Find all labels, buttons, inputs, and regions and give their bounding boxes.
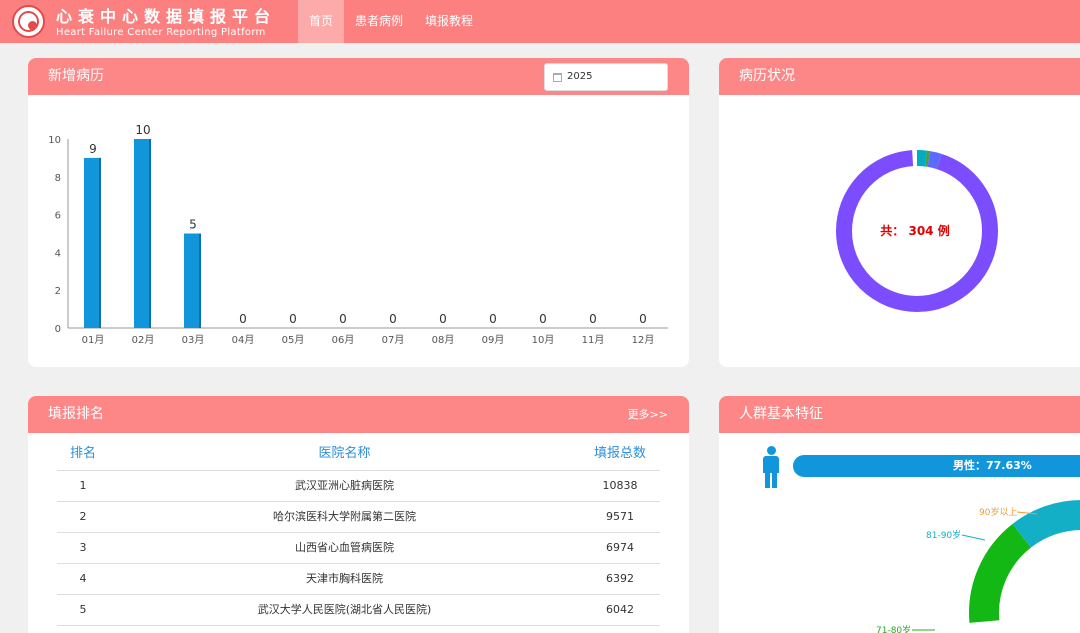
bar-01月[interactable] (84, 157, 101, 328)
new-cases-header: 新增病历 2025 (28, 58, 689, 95)
age-slice-71-80[interactable] (969, 523, 1032, 623)
y-tick-label: 6 (55, 211, 61, 222)
monthly-new-cases-chart: 0 2 4 6 8 10 9 01月 10 02月 5 03月 0 04月 0 05月 0 06月 0 07月 0 08月… (48, 123, 668, 346)
top-navigation-bar: 心衰中心数据填报平台 Heart Failure Center Reportin… (0, 0, 1080, 43)
x-tick-label: 02月 (132, 334, 155, 346)
bar-value-label: 0 (439, 312, 447, 326)
male-ratio-label: 男性：77.63% (953, 459, 1032, 472)
population-header: 人群基本特征 (719, 396, 1080, 433)
y-tick-label: 10 (48, 135, 61, 146)
platform-title: 心衰中心数据填报平台 (56, 7, 277, 26)
hospital-name-cell: 山西省心血管病医院 (295, 541, 394, 554)
case-status-title: 病历状况 (739, 68, 795, 84)
bar-value-label: 5 (189, 218, 197, 232)
table-row: 3 山西省心血管病医院 6974 (57, 533, 660, 564)
male-person-icon (762, 446, 780, 488)
rank-cell: 1 (79, 479, 87, 492)
total-cell: 6042 (606, 603, 634, 616)
rank-cell: 3 (79, 541, 87, 554)
nav-tutorial[interactable]: 填报教程 (414, 0, 484, 43)
col-total-header: 填报总数 (593, 446, 646, 461)
bar-value-label: 10 (135, 123, 150, 137)
x-tick-label: 10月 (532, 334, 555, 346)
hospital-name-cell: 武汉大学人民医院(湖北省人民医院) (257, 603, 432, 616)
table-row: 2 哈尔滨医科大学附属第二医院 9571 (57, 502, 660, 533)
x-tick-label: 07月 (382, 334, 405, 346)
bar-shade (149, 139, 151, 328)
x-tick-label: 01月 (82, 334, 105, 346)
table-row: 5 武汉大学人民医院(湖北省人民医院) 6042 (57, 595, 660, 626)
x-tick-label: 03月 (182, 334, 205, 346)
age-label: 71-80岁 (876, 624, 911, 633)
x-tick-label: 09月 (482, 334, 505, 346)
population-card: 人群基本特征 男性：77.63% 90岁以上 81-90岁 71-80岁 (719, 396, 1080, 633)
case-status-card: 病历状况 共： 304 例 (719, 58, 1080, 367)
bar-value-label: 0 (539, 312, 547, 326)
x-tick-label: 04月 (232, 334, 255, 346)
bar-value-label: 0 (639, 312, 647, 326)
hospital-name-cell: 天津市胸科医院 (306, 572, 383, 585)
rank-cell: 5 (79, 603, 87, 616)
bar-shade (199, 233, 201, 328)
main-nav: 首页 患者病例 填报教程 (298, 0, 484, 43)
ranking-table: 排名 医院名称 填报总数 1 武汉亚洲心脏病医院 10838 2 哈尔滨医科大学… (57, 442, 660, 626)
total-cell: 6392 (606, 572, 634, 585)
bar-value-label: 0 (339, 312, 347, 326)
age-label: 90岁以上 (979, 506, 1017, 518)
ranking-card: 填报排名 更多>> 排名 医院名称 填报总数 1 武汉亚洲心脏病医院 10838… (28, 396, 689, 633)
col-name-header: 医院名称 (318, 446, 371, 461)
platform-subtitle: Heart Failure Center Reporting Platform (56, 27, 266, 38)
bar-value-label: 0 (589, 312, 597, 326)
ranking-header: 填报排名 更多>> (28, 396, 689, 433)
year-value: 2025 (567, 71, 593, 82)
age-slice-81-90[interactable] (1012, 500, 1080, 548)
age-label: 81-90岁 (926, 529, 961, 541)
rank-cell: 2 (79, 510, 87, 523)
bar-value-label: 0 (489, 312, 497, 326)
x-tick-label: 08月 (432, 334, 455, 346)
table-row: 4 天津市胸科医院 6392 (57, 564, 660, 595)
rank-cell: 4 (79, 572, 87, 585)
heart-center-logo-icon (12, 5, 45, 38)
case-status-donut: 共： 304 例 (836, 150, 998, 312)
more-link[interactable]: 更多>> (628, 396, 668, 433)
y-tick-label: 0 (55, 324, 61, 335)
bar-shade (99, 157, 101, 328)
bar-03月[interactable] (184, 233, 201, 329)
y-tick-label: 4 (55, 248, 61, 259)
new-cases-card: 新增病历 2025 0 2 4 6 8 10 9 01月 10 02月 5 03月 0 04月 0 05月 0 0… (28, 58, 689, 367)
male-ratio-bar: 男性：77.63% (793, 455, 1080, 477)
ranking-table-header: 排名 医院名称 填报总数 (57, 442, 660, 471)
total-cell: 9571 (606, 510, 634, 523)
hospital-name-cell: 哈尔滨医科大学附属第二医院 (273, 510, 416, 523)
y-tick-label: 2 (55, 286, 61, 297)
bar-02月[interactable] (134, 139, 151, 328)
y-tick-label: 8 (55, 173, 61, 184)
population-title: 人群基本特征 (739, 406, 823, 422)
x-tick-label: 06月 (332, 334, 355, 346)
total-cell: 10838 (602, 479, 638, 492)
x-tick-label: 12月 (632, 334, 655, 346)
nav-patient-cases[interactable]: 患者病例 (344, 0, 414, 43)
year-picker[interactable]: 2025 (544, 63, 668, 91)
ranking-title: 填报排名 (48, 406, 104, 422)
donut-total-label: 共： 304 例 (880, 223, 949, 238)
bar-value-label: 0 (389, 312, 397, 326)
x-tick-label: 05月 (282, 334, 305, 346)
total-cell: 6974 (606, 541, 634, 554)
case-status-header: 病历状况 (719, 58, 1080, 95)
age-distribution-donut: 90岁以上 81-90岁 71-80岁 (876, 500, 1080, 633)
new-cases-title: 新增病历 (48, 68, 104, 84)
hospital-name-cell: 武汉亚洲心脏病医院 (295, 479, 394, 492)
bar-value-label: 0 (239, 312, 247, 326)
table-row: 1 武汉亚洲心脏病医院 10838 (57, 471, 660, 502)
nav-home[interactable]: 首页 (298, 0, 345, 43)
calendar-icon (553, 73, 562, 82)
col-rank-header: 排名 (69, 446, 96, 461)
x-tick-label: 11月 (582, 334, 605, 346)
bar-value-label: 0 (289, 312, 297, 326)
age-label-line (961, 534, 986, 541)
bar-value-label: 9 (89, 142, 97, 156)
